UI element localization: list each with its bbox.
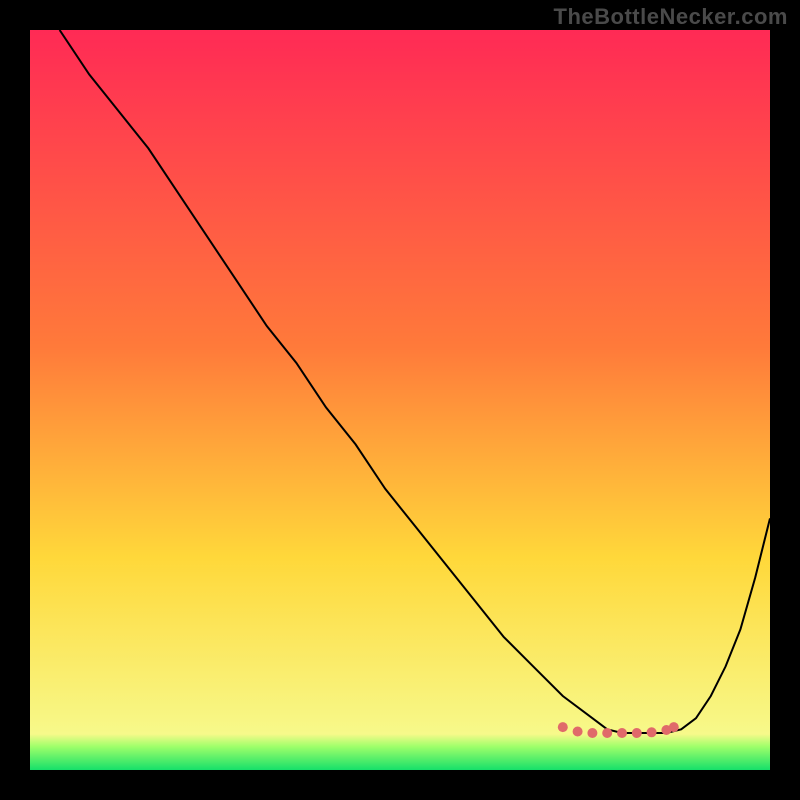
optimal-dot — [587, 728, 597, 738]
plot-area — [30, 30, 770, 770]
watermark-text: TheBottleNecker.com — [554, 4, 788, 30]
optimal-dot — [617, 728, 627, 738]
bottleneck-curve — [60, 30, 770, 733]
optimal-dot — [558, 722, 568, 732]
optimal-dot — [647, 727, 657, 737]
optimal-dot — [602, 728, 612, 738]
optimal-dot — [632, 728, 642, 738]
optimal-dot — [573, 727, 583, 737]
curve-layer — [30, 30, 770, 770]
optimal-zone-dots — [558, 722, 679, 738]
chart-frame: TheBottleNecker.com — [0, 0, 800, 800]
optimal-dot — [669, 722, 679, 732]
